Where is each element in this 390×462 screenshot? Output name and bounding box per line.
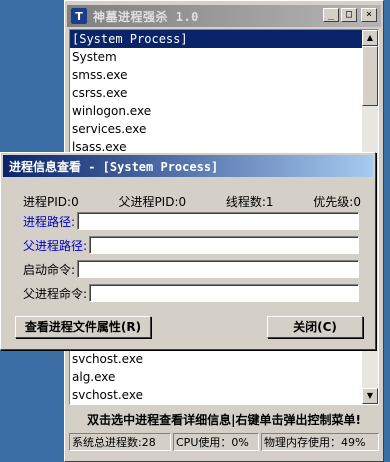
process-info-row: 进程PID:0 父进程PID:0 线程数:1 优先级:0 bbox=[23, 193, 361, 210]
list-item[interactable]: svchost.exe bbox=[70, 350, 362, 368]
list-item[interactable]: [System Process] bbox=[70, 30, 362, 48]
parent-cmdline-row: 父进程命令: bbox=[23, 283, 359, 303]
list-item[interactable]: winlogon.exe bbox=[70, 102, 362, 120]
priority-info: 优先级:0 bbox=[313, 193, 361, 210]
minimize-button[interactable]: _ bbox=[323, 8, 339, 22]
process-info-dialog: 进程信息查看 - [System Process] 进程PID:0 父进程PID… bbox=[0, 152, 376, 350]
threads-info: 线程数:1 bbox=[226, 193, 274, 210]
pid-info: 进程PID:0 bbox=[23, 193, 79, 210]
cmdline-field[interactable] bbox=[77, 260, 359, 278]
list-item[interactable]: System bbox=[70, 48, 362, 66]
status-cpu: CPU使用：0% bbox=[173, 433, 259, 451]
priority-value: 0 bbox=[353, 195, 361, 209]
priority-label: 优先级: bbox=[313, 195, 354, 209]
parent-cmdline-label: 父进程命令: bbox=[23, 286, 88, 301]
list-item[interactable]: smss.exe bbox=[70, 66, 362, 84]
view-file-properties-button[interactable]: 查看进程文件属性(R) bbox=[15, 316, 151, 338]
scroll-up-icon[interactable]: ▲ bbox=[362, 30, 378, 46]
parent-path-label[interactable]: 父进程路径: bbox=[23, 237, 87, 254]
status-bar: 系统总进程数:28 CPU使用：0% 物理内存使用：49% bbox=[69, 433, 379, 453]
parent-path-field[interactable] bbox=[89, 236, 359, 254]
process-path-row: 进程路径: bbox=[23, 211, 359, 231]
pid-value: 0 bbox=[71, 195, 79, 209]
scroll-down-icon[interactable]: ▼ bbox=[362, 388, 378, 404]
hint-text: 双击选中进程查看详细信息|右键单击弹出控制菜单! bbox=[87, 413, 361, 427]
maximize-button[interactable]: □ bbox=[341, 8, 357, 22]
parent-path-row: 父进程路径: bbox=[23, 235, 359, 255]
title-bar-buttons: _ □ × bbox=[323, 8, 377, 22]
status-memory: 物理内存使用：49% bbox=[261, 433, 379, 451]
dialog-title: 进程信息查看 - [System Process] bbox=[9, 159, 219, 174]
list-item[interactable]: services.exe bbox=[70, 120, 362, 138]
ppid-label: 父进程PID: bbox=[118, 195, 179, 209]
pid-label: 进程PID: bbox=[23, 195, 72, 209]
scroll-thumb[interactable] bbox=[362, 46, 378, 106]
process-path-field[interactable] bbox=[77, 212, 359, 230]
list-item[interactable]: alg.exe bbox=[70, 368, 362, 386]
app-icon: T bbox=[71, 8, 87, 24]
ppid-value: 0 bbox=[178, 195, 187, 209]
threads-value: 1 bbox=[265, 195, 274, 209]
ppid-info: 父进程PID:0 bbox=[118, 193, 186, 210]
close-button[interactable]: × bbox=[361, 8, 377, 22]
parent-cmdline-field[interactable] bbox=[89, 284, 359, 302]
cmdline-label: 启动命令: bbox=[23, 262, 76, 277]
dialog-title-bar[interactable]: 进程信息查看 - [System Process] bbox=[3, 155, 373, 177]
close-dialog-button[interactable]: 关闭(C) bbox=[267, 316, 363, 338]
cmdline-row: 启动命令: bbox=[23, 259, 359, 279]
list-item[interactable]: csrss.exe bbox=[70, 84, 362, 102]
list-item[interactable]: svchost.exe bbox=[70, 386, 362, 404]
threads-label: 线程数: bbox=[225, 195, 266, 209]
window-title: 神墓进程强杀 1.0 bbox=[93, 9, 199, 24]
process-path-label[interactable]: 进程路径: bbox=[23, 213, 75, 230]
title-bar[interactable]: T 神墓进程强杀 1.0 _ □ × bbox=[67, 5, 381, 27]
status-total-processes: 系统总进程数:28 bbox=[69, 433, 171, 451]
